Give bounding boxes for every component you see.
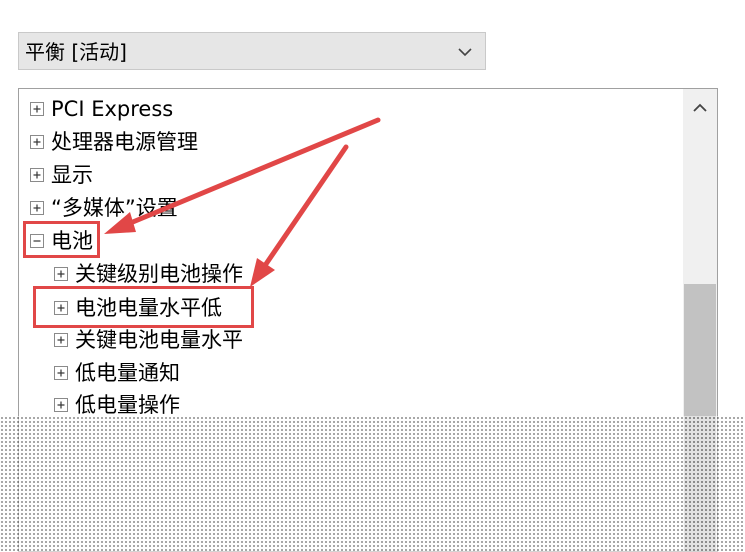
dithered-overlay [0, 416, 745, 552]
tree-item-display[interactable]: 显示 [29, 159, 93, 191]
tree-item-low-battery-notification[interactable]: 低电量通知 [53, 357, 180, 389]
power-plan-selected: 平衡 [活动] [25, 40, 127, 64]
chevron-up-icon [693, 103, 707, 112]
power-options-advanced-settings: 平衡 [活动] PCI Express 处理器电源管理 显示 “多媒体”设置 电… [0, 0, 745, 552]
expand-plus-icon[interactable] [29, 101, 45, 117]
tree-item-label: 低电量通知 [75, 361, 180, 385]
tree-item-pci-express[interactable]: PCI Express [29, 93, 173, 125]
tree-item-label: 关键级别电池操作 [75, 262, 243, 286]
expand-plus-icon[interactable] [53, 332, 69, 348]
tree-item-label: 电池电量水平低 [75, 296, 222, 320]
expand-plus-icon[interactable] [29, 200, 45, 216]
power-plan-dropdown[interactable]: 平衡 [活动] [18, 32, 486, 70]
tree-item-processor-power[interactable]: 处理器电源管理 [29, 126, 198, 158]
scroll-up-button[interactable] [683, 89, 717, 127]
expand-plus-icon[interactable] [53, 365, 69, 381]
tree-item-label: 关键电池电量水平 [75, 328, 243, 352]
expand-plus-icon[interactable] [53, 300, 69, 316]
tree-item-label: 电池 [51, 229, 93, 253]
tree-item-battery[interactable]: 电池 [29, 225, 93, 257]
expand-plus-icon[interactable] [29, 167, 45, 183]
expand-plus-icon[interactable] [53, 266, 69, 282]
tree-item-low-battery-level[interactable]: 电池电量水平低 [53, 292, 222, 324]
tree-item-multimedia[interactable]: “多媒体”设置 [29, 192, 178, 224]
tree-item-label: PCI Express [51, 97, 174, 121]
tree-item-label: 处理器电源管理 [51, 130, 198, 154]
chevron-down-icon [458, 48, 472, 57]
collapse-minus-icon[interactable] [29, 233, 45, 249]
tree-item-critical-battery-action[interactable]: 关键级别电池操作 [53, 258, 243, 290]
expand-plus-icon[interactable] [53, 397, 69, 413]
expand-plus-icon[interactable] [29, 134, 45, 150]
tree-item-label: “多媒体”设置 [51, 196, 178, 220]
tree-item-label: 显示 [51, 163, 93, 187]
tree-item-critical-battery-level[interactable]: 关键电池电量水平 [53, 324, 243, 356]
